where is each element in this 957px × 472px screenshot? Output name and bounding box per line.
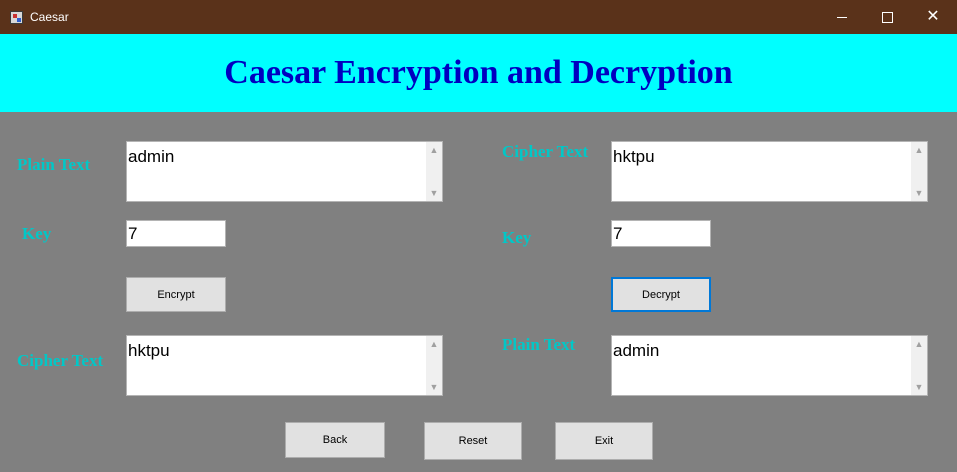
scroll-down-icon[interactable]: ▼ xyxy=(911,185,927,201)
scroll-up-icon[interactable]: ▲ xyxy=(911,336,927,352)
reset-button[interactable]: Reset xyxy=(424,422,522,460)
encrypt-cipher-text-label: Cipher Text xyxy=(17,351,104,370)
back-button[interactable]: Back xyxy=(285,422,385,458)
scroll-up-icon[interactable]: ▲ xyxy=(426,142,442,158)
decrypt-button[interactable]: Decrypt xyxy=(611,277,711,312)
decrypt-cipher-text-value: hktpu xyxy=(613,147,655,166)
scroll-down-icon[interactable]: ▼ xyxy=(426,185,442,201)
encrypt-key-value: 7 xyxy=(128,224,138,243)
encrypt-plain-text-value: admin xyxy=(128,147,175,166)
close-button[interactable]: ✕ xyxy=(910,0,956,34)
decrypt-key-value: 7 xyxy=(613,224,623,243)
encrypt-plain-text-field[interactable]: admin ▲ ▼ xyxy=(126,141,443,202)
exit-button[interactable]: Exit xyxy=(555,422,653,460)
encrypt-plain-scrollbar[interactable]: ▲ ▼ xyxy=(426,142,442,201)
decrypt-plain-text-label: Plain Text xyxy=(502,335,576,354)
maximize-icon xyxy=(881,11,893,23)
encrypt-cipher-scrollbar[interactable]: ▲ ▼ xyxy=(426,336,442,395)
decrypt-key-input[interactable]: 7 xyxy=(611,220,711,247)
minimize-button[interactable] xyxy=(819,0,865,34)
window-title: Caesar xyxy=(30,10,69,24)
encrypt-cipher-text-value: hktpu xyxy=(128,341,170,360)
encrypt-button[interactable]: Encrypt xyxy=(126,277,226,312)
scroll-down-icon[interactable]: ▼ xyxy=(426,379,442,395)
decrypt-plain-text-field[interactable]: admin ▲ ▼ xyxy=(611,335,928,396)
decrypt-plain-scrollbar[interactable]: ▲ ▼ xyxy=(911,336,927,395)
encrypt-plain-text-label: Plain Text xyxy=(17,155,91,174)
scroll-up-icon[interactable]: ▲ xyxy=(426,336,442,352)
decrypt-plain-text-value: admin xyxy=(613,341,660,360)
title-bar: Caesar ✕ xyxy=(0,0,957,34)
decrypt-cipher-text-field[interactable]: hktpu ▲ ▼ xyxy=(611,141,928,202)
encrypt-key-input[interactable]: 7 xyxy=(126,220,226,247)
page-title: Caesar Encryption and Decryption xyxy=(224,54,733,91)
close-icon: ✕ xyxy=(926,8,940,25)
encrypt-cipher-text-field[interactable]: hktpu ▲ ▼ xyxy=(126,335,443,396)
minimize-icon xyxy=(837,16,847,18)
maximize-button[interactable] xyxy=(864,0,910,34)
app-icon xyxy=(10,11,23,24)
scroll-down-icon[interactable]: ▼ xyxy=(911,379,927,395)
decrypt-cipher-text-label: Cipher Text xyxy=(502,142,589,161)
decrypt-key-label: Key xyxy=(502,228,532,247)
header-banner: Caesar Encryption and Decryption xyxy=(0,34,957,112)
encrypt-key-label: Key xyxy=(22,224,52,243)
scroll-up-icon[interactable]: ▲ xyxy=(911,142,927,158)
decrypt-cipher-scrollbar[interactable]: ▲ ▼ xyxy=(911,142,927,201)
